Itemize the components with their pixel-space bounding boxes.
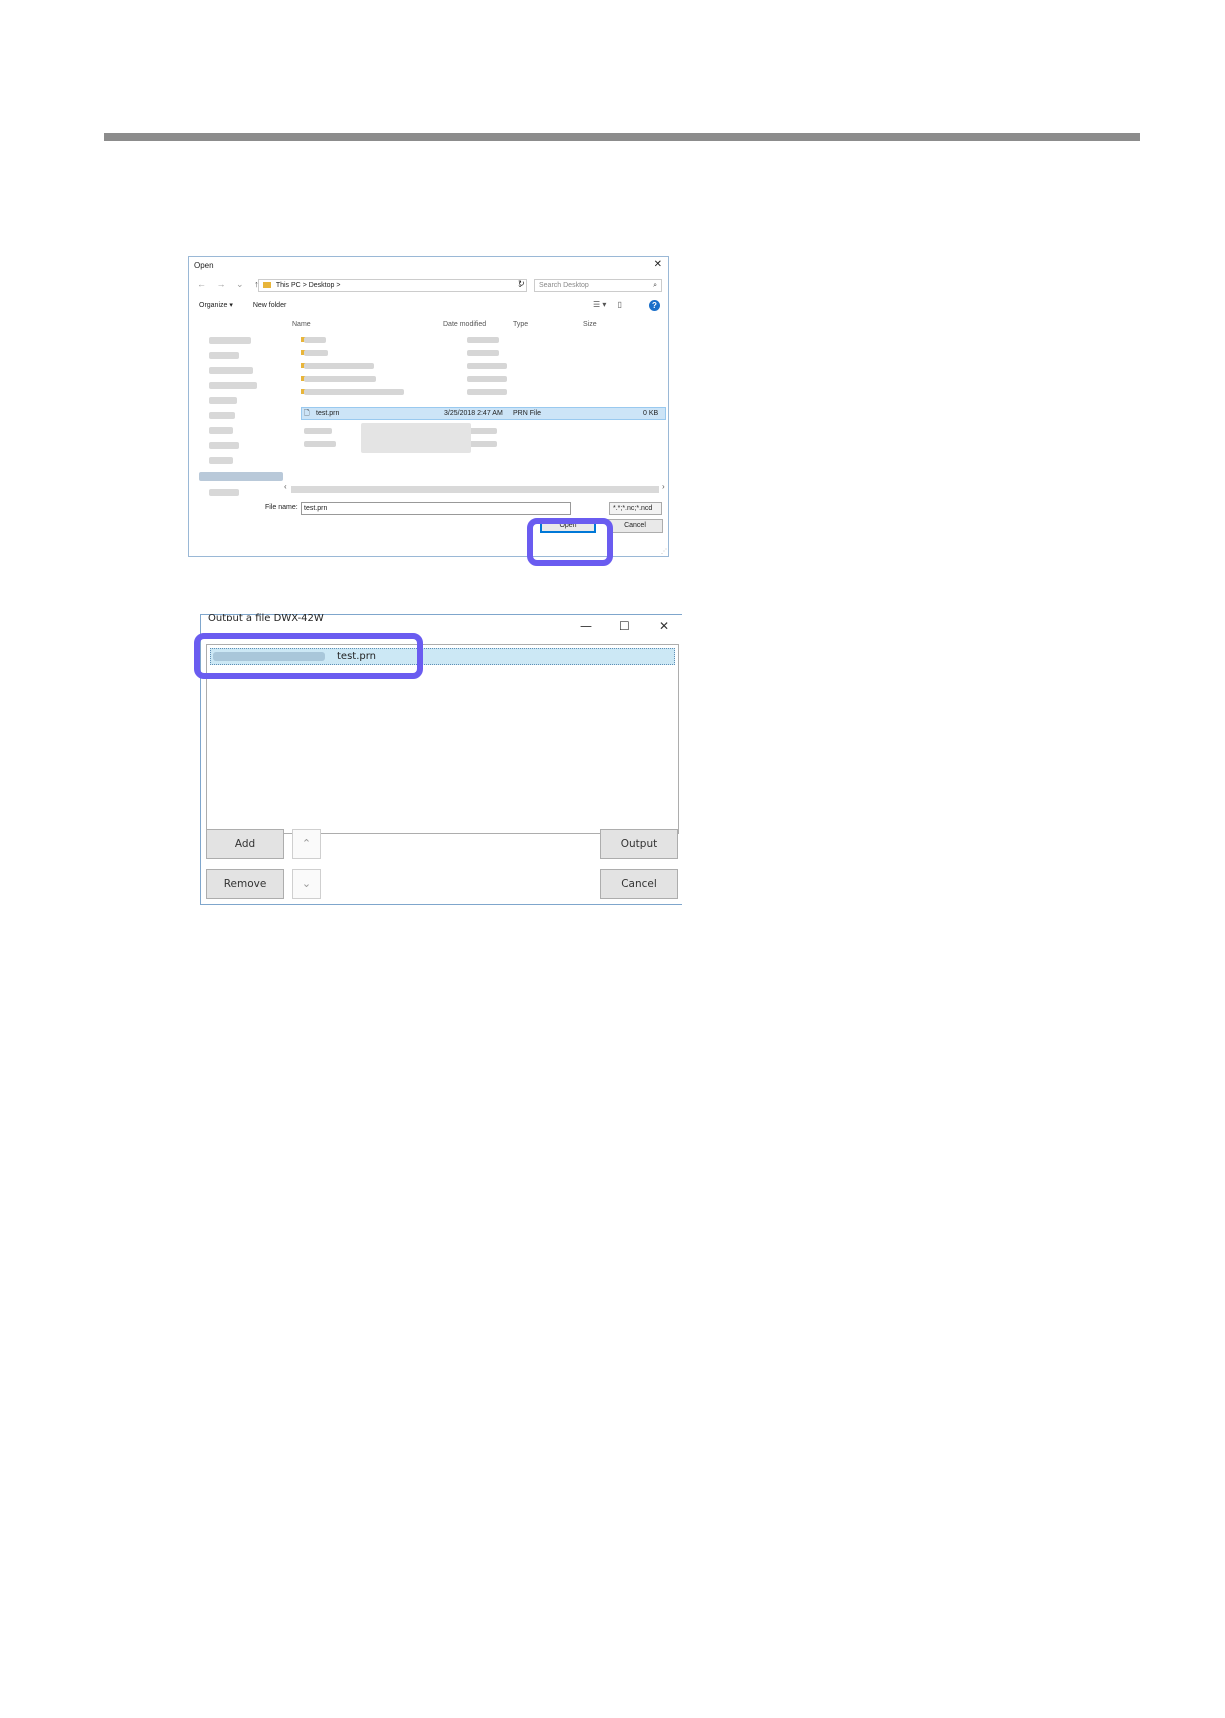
search-icon: ⌕ bbox=[653, 282, 657, 289]
organize-button[interactable]: Organize ▾ bbox=[199, 302, 233, 309]
file-row-selected[interactable]: 🗋 test.prn 3/25/2018 2:47 AM PRN File 0 … bbox=[301, 407, 666, 420]
forward-icon[interactable]: → bbox=[217, 279, 230, 289]
maximize-icon[interactable]: ☐ bbox=[619, 619, 630, 633]
output-button[interactable]: Output bbox=[600, 829, 678, 859]
recent-locations-icon[interactable]: ⌄ bbox=[236, 279, 248, 289]
nav-buttons: ← → ⌄ ↑ bbox=[197, 279, 263, 290]
tooltip-popup bbox=[361, 423, 471, 453]
close-icon[interactable]: ✕ bbox=[654, 259, 662, 270]
breadcrumb-this-pc[interactable]: This PC bbox=[276, 282, 301, 289]
horizontal-scrollbar[interactable] bbox=[291, 486, 659, 493]
breadcrumb-separator: > bbox=[302, 282, 307, 289]
dialog-title: Output a file DWX-42W bbox=[208, 613, 324, 621]
address-bar[interactable]: This PC > Desktop > ⌄ bbox=[258, 279, 527, 292]
help-icon[interactable]: ? bbox=[649, 300, 660, 311]
toolbar: Organize ▾ New folder bbox=[199, 301, 304, 309]
search-input[interactable]: Search Desktop ⌕ bbox=[534, 279, 662, 292]
view-options-icon[interactable]: ☰ ▾ ▯ bbox=[593, 300, 622, 309]
file-size: 0 KB bbox=[643, 410, 659, 417]
cancel-button[interactable]: Cancel bbox=[600, 869, 678, 899]
file-type-filter[interactable]: *.*;*.nc;*.ncd bbox=[609, 502, 662, 515]
resize-grip-icon[interactable]: ⋰ bbox=[661, 548, 667, 555]
column-size[interactable]: Size bbox=[583, 321, 597, 328]
file-date: 3/25/2018 2:47 AM bbox=[444, 410, 503, 417]
file-type: PRN File bbox=[513, 410, 542, 417]
filter-value: *.*;*.nc;*.ncd bbox=[613, 505, 653, 512]
highlight-file-item bbox=[194, 633, 423, 679]
folder-icon bbox=[263, 282, 271, 289]
highlight-open-button bbox=[527, 518, 613, 566]
new-folder-button[interactable]: New folder bbox=[253, 302, 286, 309]
minimize-icon[interactable]: — bbox=[580, 619, 592, 633]
cancel-button[interactable]: Cancel bbox=[607, 519, 663, 533]
refresh-icon[interactable]: ↻ bbox=[518, 279, 525, 288]
move-up-icon[interactable]: ⌃ bbox=[292, 829, 321, 859]
scroll-left-icon[interactable]: ‹ bbox=[284, 482, 287, 491]
column-type[interactable]: Type bbox=[513, 321, 528, 328]
open-file-dialog: Open ✕ ← → ⌄ ↑ This PC > Desktop > ⌄ ↻ S… bbox=[188, 256, 669, 557]
file-name-input[interactable]: test.prn bbox=[301, 502, 571, 515]
back-icon[interactable]: ← bbox=[197, 279, 210, 289]
breadcrumb-separator: > bbox=[336, 282, 341, 289]
scroll-right-icon[interactable]: › bbox=[662, 482, 665, 491]
file-name-label: File name: bbox=[265, 504, 298, 511]
dialog-title: Open bbox=[194, 261, 214, 270]
page-header-bar bbox=[104, 133, 1140, 141]
close-icon[interactable]: ✕ bbox=[659, 619, 669, 633]
column-name[interactable]: Name bbox=[292, 321, 311, 328]
breadcrumb-desktop[interactable]: Desktop bbox=[309, 282, 335, 289]
file-icon: 🗋 bbox=[304, 410, 310, 417]
move-down-icon[interactable]: ⌄ bbox=[292, 869, 321, 899]
add-button[interactable]: Add bbox=[206, 829, 284, 859]
search-placeholder: Search Desktop bbox=[539, 282, 589, 289]
remove-button[interactable]: Remove bbox=[206, 869, 284, 899]
file-name: test.prn bbox=[316, 410, 340, 417]
column-date-modified[interactable]: Date modified bbox=[443, 321, 486, 328]
navigation-pane[interactable] bbox=[199, 329, 283, 496]
